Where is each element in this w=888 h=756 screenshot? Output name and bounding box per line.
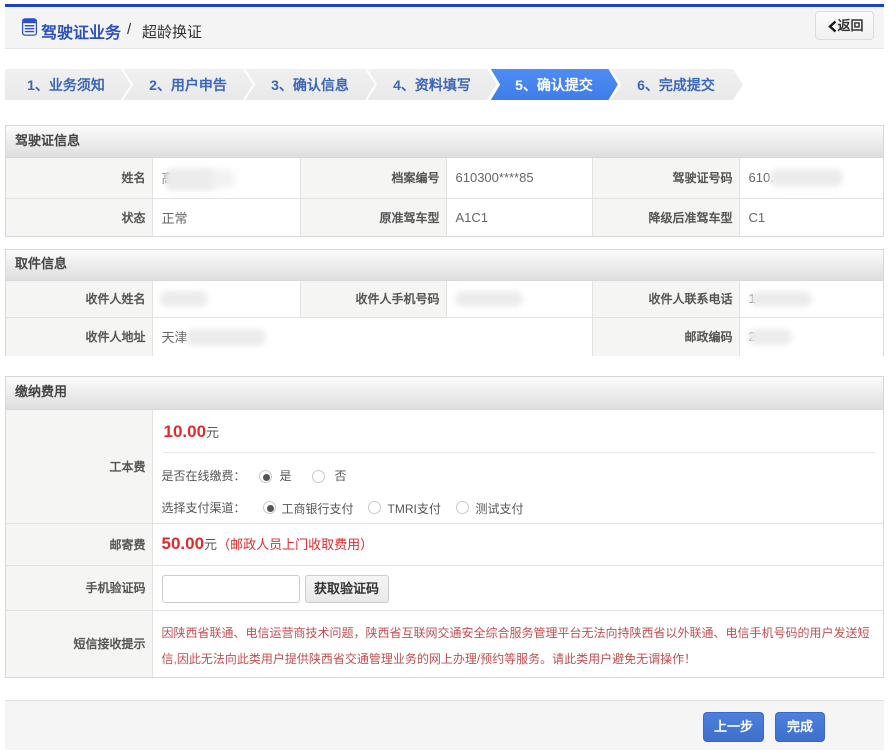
svg-text:6、完成提交: 6、完成提交 <box>637 77 715 93</box>
svg-text:1、业务须知: 1、业务须知 <box>27 77 105 93</box>
svg-text:2、用户申告: 2、用户申告 <box>149 77 227 93</box>
svg-text:5、确认提交: 5、确认提交 <box>515 77 593 93</box>
svg-text:3、确认信息: 3、确认信息 <box>271 77 349 93</box>
svg-text:4、资料填写: 4、资料填写 <box>393 77 471 93</box>
